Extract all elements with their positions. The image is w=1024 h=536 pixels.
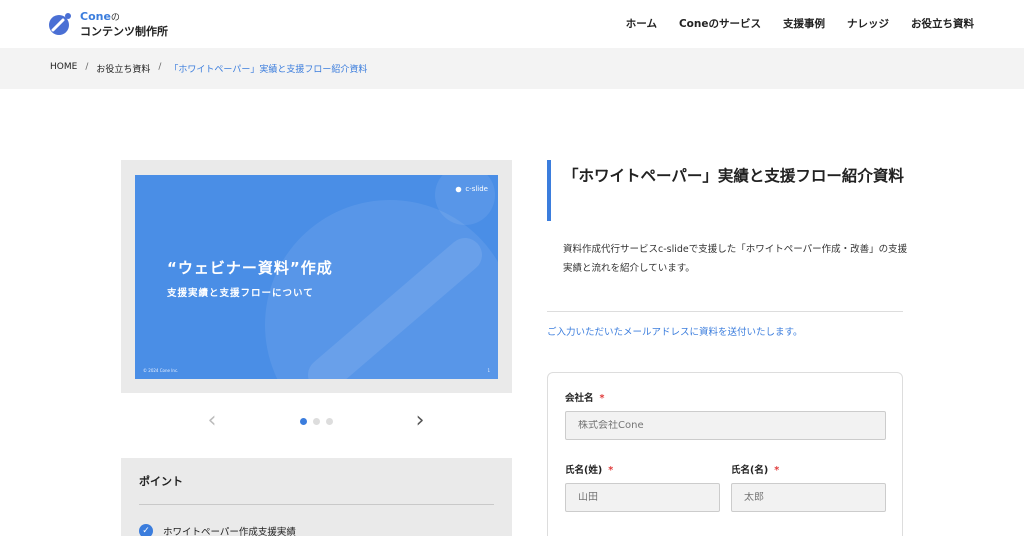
point-text: ホワイトペーパー作成支援実績 xyxy=(163,527,296,536)
carousel-dot[interactable] xyxy=(313,418,320,425)
breadcrumb-home[interactable]: HOME xyxy=(50,62,77,75)
first-name-input[interactable] xyxy=(744,492,885,503)
site-logo[interactable]: Coneの コンテンツ制作所 xyxy=(48,10,188,40)
company-label-text: 会社名 xyxy=(565,393,594,404)
divider xyxy=(547,311,903,312)
title-accent-bar xyxy=(547,160,551,221)
last-name-label-text: 氏名(姓) xyxy=(565,465,603,476)
page-title: 「ホワイトペーパー」実績と支援フロー紹介資料 xyxy=(563,167,904,185)
page-description: 資料作成代行サービスc-slideで支援した「ホワイトペーパー作成・改善」の支援… xyxy=(563,244,908,274)
breadcrumb-separator: / xyxy=(85,62,89,72)
breadcrumb-current: 「ホワイトペーパー」実績と支援フロー紹介資料 xyxy=(169,65,368,75)
nav-cases[interactable]: 支援事例 xyxy=(783,16,825,31)
last-name-field[interactable] xyxy=(565,483,720,512)
first-name-label: 氏名(名) * xyxy=(731,462,779,476)
first-name-field[interactable] xyxy=(731,483,886,512)
slide-subtitle: 支援実績と支援フローについて xyxy=(167,288,314,299)
chevron-right-icon[interactable]: › xyxy=(410,408,430,434)
points-panel: ポイント ✓ ホワイトペーパー作成支援実績 xyxy=(121,458,512,536)
logo-top: Coneの xyxy=(80,10,120,23)
slide-title: “ウェビナー資料”作成 xyxy=(167,259,333,277)
logo-no: の xyxy=(110,13,120,23)
slide-copyright: © 2024 Cone Inc. xyxy=(143,368,179,373)
c-slide-logo-icon xyxy=(456,186,462,192)
slide-brand: c-slide xyxy=(455,185,488,193)
last-name-label: 氏名(姓) * xyxy=(565,462,613,476)
points-title: ポイント xyxy=(139,475,183,488)
slide-page-number: 1 xyxy=(487,368,490,373)
nav-resources[interactable]: お役立ち資料 xyxy=(911,16,974,31)
list-item: ✓ ホワイトペーパー作成支援実績 xyxy=(139,524,296,536)
divider xyxy=(139,504,494,505)
company-field[interactable] xyxy=(565,411,886,440)
form-notice: ご入力いただいたメールアドレスに資料を送付いたします。 xyxy=(547,327,803,338)
breadcrumb-separator: / xyxy=(158,62,162,72)
chevron-left-icon[interactable]: ‹ xyxy=(202,408,222,434)
carousel-dot[interactable] xyxy=(326,418,333,425)
required-mark: * xyxy=(608,465,614,476)
carousel-dots xyxy=(300,418,333,425)
nav-services[interactable]: Coneのサービス xyxy=(679,16,761,31)
first-name-label-text: 氏名(名) xyxy=(731,465,769,476)
nav-knowledge[interactable]: ナレッジ xyxy=(847,16,889,31)
check-circle-icon: ✓ xyxy=(139,524,153,536)
site-header: Coneの コンテンツ制作所 ホーム Coneのサービス 支援事例 ナレッジ お… xyxy=(0,0,1024,48)
logo-subtitle: コンテンツ制作所 xyxy=(80,25,168,38)
last-name-input[interactable] xyxy=(578,492,719,503)
company-input[interactable] xyxy=(578,420,885,431)
nav-home[interactable]: ホーム xyxy=(626,16,657,31)
slide-image: c-slide “ウェビナー資料”作成 支援実績と支援フローについて © 202… xyxy=(135,175,498,379)
breadcrumb-resources[interactable]: お役立ち資料 xyxy=(96,62,150,75)
logo-brand: Cone xyxy=(80,10,111,23)
cone-logo-icon xyxy=(49,13,71,35)
main-nav: ホーム Coneのサービス 支援事例 ナレッジ お役立ち資料 xyxy=(626,16,974,31)
required-mark: * xyxy=(774,465,780,476)
slide-preview-panel: c-slide “ウェビナー資料”作成 支援実績と支援フローについて © 202… xyxy=(121,160,512,393)
breadcrumb: HOME / お役立ち資料 / 「ホワイトペーパー」実績と支援フロー紹介資料 xyxy=(0,48,1024,89)
request-form: 会社名 * 氏名(姓) * 氏名(名) * xyxy=(547,372,903,536)
carousel-dot[interactable] xyxy=(300,418,307,425)
slide-brand-label: c-slide xyxy=(465,185,488,193)
company-label: 会社名 * xyxy=(565,390,604,404)
required-mark: * xyxy=(599,393,605,404)
